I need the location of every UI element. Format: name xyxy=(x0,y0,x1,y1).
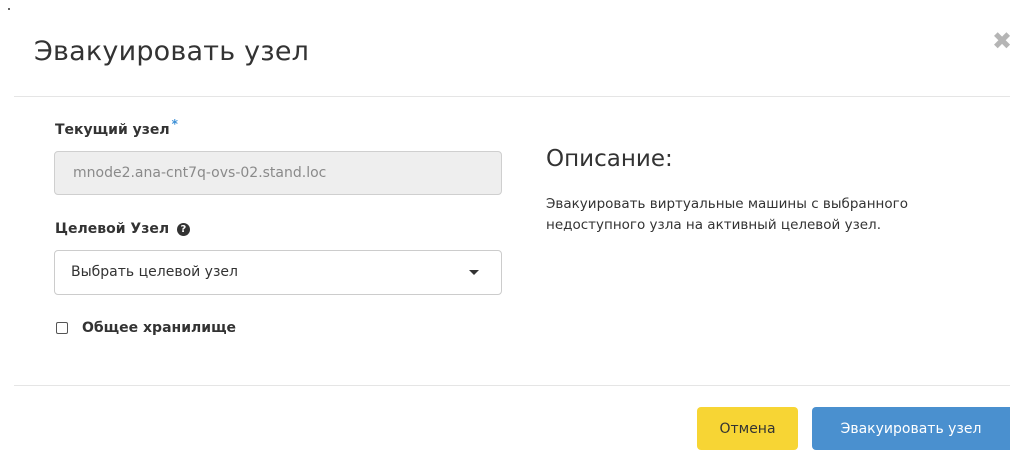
footer-divider xyxy=(14,385,1010,386)
close-icon[interactable]: ✖ xyxy=(992,28,1010,54)
cancel-button[interactable]: Отмена xyxy=(697,407,798,450)
target-node-select[interactable]: Выбрать целевой узел xyxy=(54,250,502,295)
header-divider xyxy=(14,96,1010,97)
modal-title: Эвакуировать узел xyxy=(34,36,310,67)
target-node-label-row: Целевой Узел ? xyxy=(55,221,190,237)
current-node-field[interactable]: mnode2.ana-cnt7q-ovs-02.stand.loc xyxy=(54,151,502,195)
required-star: * xyxy=(171,117,178,131)
evacuate-node-modal: Эвакуировать узел ✖ Текущий узел * mnode2… xyxy=(0,0,1010,451)
corner-dot xyxy=(8,8,10,10)
description-text: Эвакуировать виртуальные машины с выбран… xyxy=(546,196,908,233)
shared-storage-row[interactable]: Общее хранилище xyxy=(56,320,236,336)
shared-storage-checkbox[interactable] xyxy=(56,322,68,334)
caret-down-icon xyxy=(469,270,479,275)
question-circle-icon[interactable]: ? xyxy=(176,223,190,236)
evacuate-node-button[interactable]: Эвакуировать узел xyxy=(812,407,1010,450)
target-node-select-value: Выбрать целевой узел xyxy=(71,264,238,280)
current-node-label: Текущий узел xyxy=(55,122,170,138)
description-title: Описание: xyxy=(546,146,673,172)
shared-storage-label: Общее хранилище xyxy=(82,320,237,336)
target-node-label: Целевой Узел xyxy=(55,221,170,237)
current-node-label-row: Текущий узел * xyxy=(55,117,178,138)
